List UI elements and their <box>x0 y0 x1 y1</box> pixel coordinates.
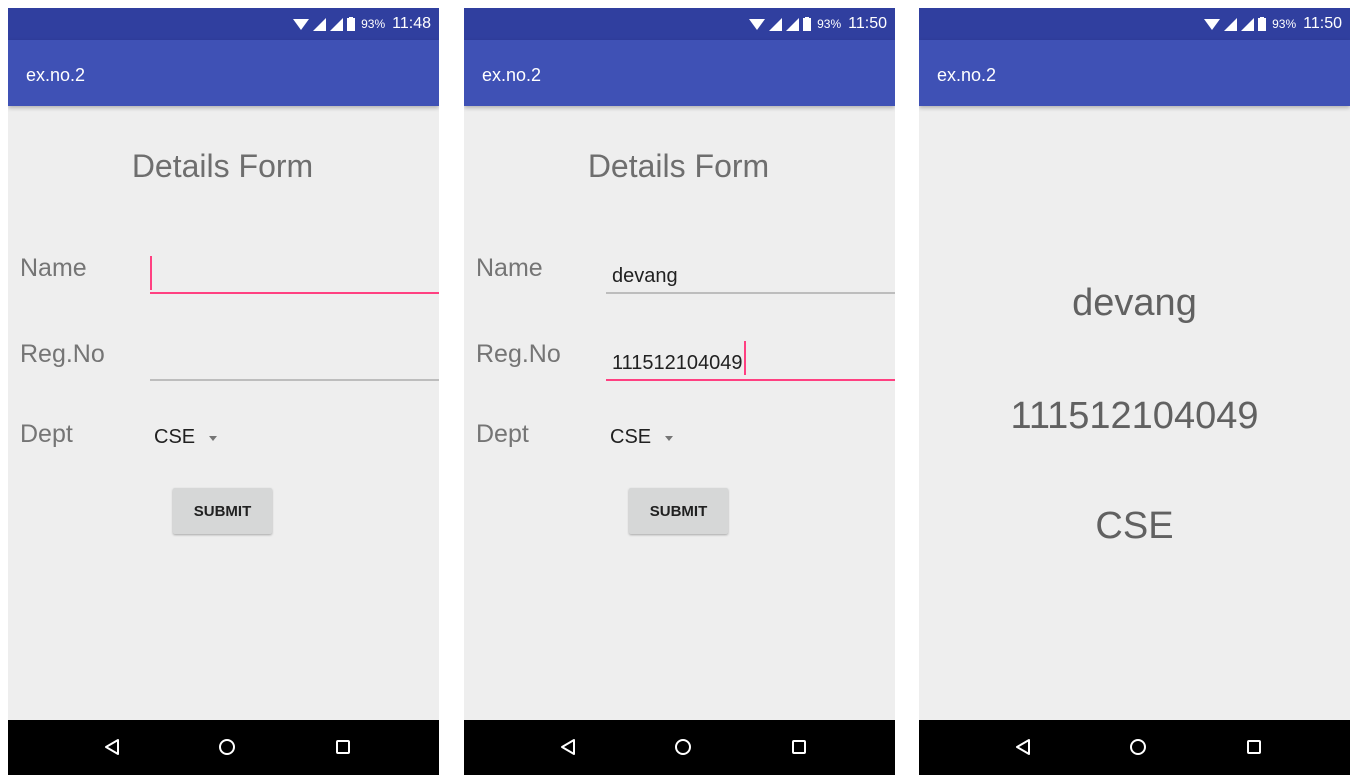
phone-screen-filled-form: 93% 11:50 ex.no.2 Details Form Name deva… <box>464 8 895 775</box>
name-label: Name <box>476 254 543 282</box>
regno-label: Reg.No <box>476 340 561 368</box>
dropdown-caret-icon <box>665 435 674 441</box>
dept-spinner[interactable]: CSE <box>154 422 218 452</box>
recent-apps-icon <box>792 740 806 754</box>
form-title: Details Form <box>587 148 770 184</box>
wifi-icon <box>293 18 310 30</box>
signal-icon <box>1241 17 1255 31</box>
battery-icon <box>1258 17 1267 31</box>
regno-input[interactable]: 111512104049 <box>606 335 895 381</box>
app-title: ex.no.2 <box>482 65 542 85</box>
status-clock: 11:50 <box>1303 15 1342 32</box>
name-label: Name <box>20 254 87 282</box>
recent-apps-button[interactable] <box>1239 732 1269 762</box>
recent-apps-button[interactable] <box>328 732 358 762</box>
name-input[interactable]: devang <box>606 248 895 294</box>
signal-icon <box>313 17 327 31</box>
back-icon <box>1016 739 1030 755</box>
name-input-value: devang <box>612 265 678 287</box>
home-icon <box>219 739 235 755</box>
back-icon <box>105 739 119 755</box>
dept-label: Dept <box>20 420 73 448</box>
back-icon <box>561 739 575 755</box>
signal-icon <box>769 17 783 31</box>
battery-percent: 93% <box>1272 17 1297 31</box>
back-button[interactable] <box>97 732 127 762</box>
app-bar: ex.no.2 <box>919 40 1350 106</box>
status-clock: 11:50 <box>848 15 887 32</box>
nav-bar <box>464 720 895 775</box>
back-button[interactable] <box>1008 732 1038 762</box>
status-bar: 93% 11:50 <box>464 8 895 40</box>
home-button[interactable] <box>668 732 698 762</box>
result-regno: 111512104049 <box>1010 395 1259 437</box>
home-icon <box>675 739 691 755</box>
home-button[interactable] <box>1123 732 1153 762</box>
app-title: ex.no.2 <box>26 65 86 85</box>
status-clock: 11:48 <box>392 15 431 32</box>
recent-apps-icon <box>336 740 350 754</box>
battery-percent: 93% <box>361 17 386 31</box>
app-title: ex.no.2 <box>937 65 997 85</box>
regno-input-text: 111512104049 <box>612 352 743 374</box>
result-name: devang <box>1072 282 1197 324</box>
wifi-icon <box>1204 18 1221 30</box>
battery-icon <box>347 17 356 31</box>
recent-apps-icon <box>1247 740 1261 754</box>
screenshot-stage: 93% 11:48 ex.no.2 Details Form Name Reg.… <box>0 0 1353 775</box>
nav-bar <box>8 720 439 775</box>
result-dept: CSE <box>1095 505 1174 547</box>
recent-apps-button[interactable] <box>784 732 814 762</box>
regno-input-value: 111512104049 <box>612 341 746 375</box>
signal-icon <box>786 17 800 31</box>
dept-spinner-value: CSE <box>610 425 652 448</box>
regno-input[interactable] <box>150 335 439 381</box>
battery-icon <box>803 17 812 31</box>
dropdown-caret-icon <box>209 435 218 441</box>
submit-button[interactable]: SUBMIT <box>173 488 272 534</box>
status-icons: 93% 11:48 <box>293 13 431 35</box>
dept-label: Dept <box>476 420 529 448</box>
battery-percent: 93% <box>817 17 842 31</box>
dept-spinner[interactable]: CSE <box>610 422 674 452</box>
name-input[interactable] <box>150 248 439 294</box>
signal-icon <box>1224 17 1238 31</box>
home-button[interactable] <box>212 732 242 762</box>
wifi-icon <box>749 18 766 30</box>
nav-bar <box>919 720 1350 775</box>
app-bar: ex.no.2 <box>464 40 895 106</box>
phone-screen-result: 93% 11:50 ex.no.2 devang 111512104049 CS… <box>919 8 1350 775</box>
dept-spinner-value: CSE <box>154 425 196 448</box>
regno-label: Reg.No <box>20 340 105 368</box>
status-icons: 93% 11:50 <box>749 13 887 35</box>
submit-button[interactable]: SUBMIT <box>629 488 728 534</box>
form-title: Details Form <box>131 148 314 184</box>
text-cursor <box>743 341 746 375</box>
status-bar: 93% 11:50 <box>919 8 1350 40</box>
home-icon <box>1130 739 1146 755</box>
status-bar: 93% 11:48 <box>8 8 439 40</box>
status-icons: 93% 11:50 <box>1204 13 1342 35</box>
signal-icon <box>330 17 344 31</box>
phone-screen-empty-form: 93% 11:48 ex.no.2 Details Form Name Reg.… <box>8 8 439 775</box>
back-button[interactable] <box>553 732 583 762</box>
app-bar: ex.no.2 <box>8 40 439 106</box>
text-cursor <box>150 256 152 290</box>
